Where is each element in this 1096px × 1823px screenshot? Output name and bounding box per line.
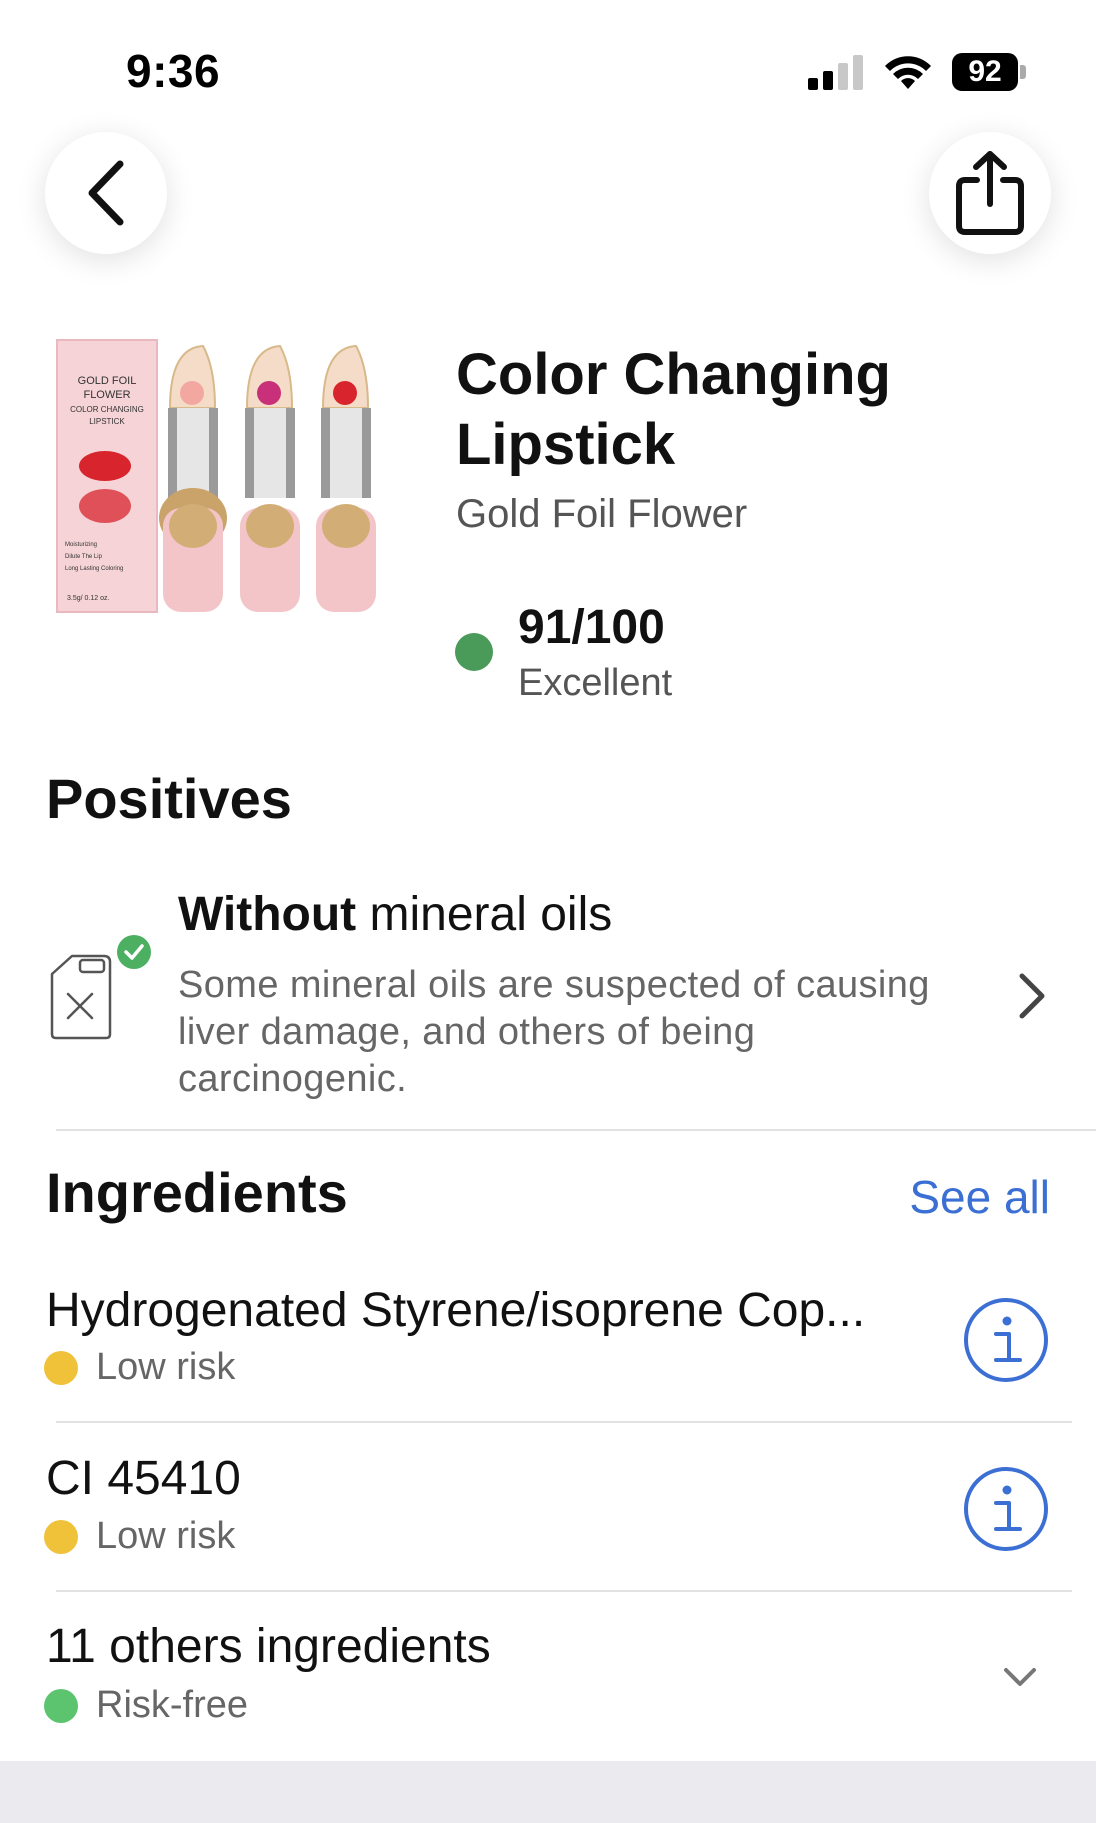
positive-title-rest: mineral oils bbox=[356, 888, 613, 941]
product-brand: Gold Foil Flower bbox=[456, 492, 748, 536]
risk-indicator bbox=[44, 1689, 78, 1723]
divider bbox=[56, 1590, 1072, 1592]
svg-text:LIPSTICK: LIPSTICK bbox=[89, 417, 125, 426]
divider bbox=[56, 1129, 1096, 1131]
svg-text:Dilute The Lip: Dilute The Lip bbox=[65, 554, 103, 560]
ingredient-risk: Risk-free bbox=[96, 1684, 249, 1726]
ingredient-name: Hydrogenated Styrene/isoprene Cop... bbox=[46, 1284, 866, 1337]
svg-text:FLOWER: FLOWER bbox=[83, 389, 130, 401]
product-image: GOLD FOIL FLOWER COLOR CHANGING LIPSTICK… bbox=[55, 338, 400, 618]
chevron-left-icon bbox=[88, 160, 124, 226]
status-icons: 92 bbox=[808, 50, 1026, 94]
risk-indicator bbox=[44, 1520, 78, 1554]
battery-level: 92 bbox=[952, 53, 1018, 91]
divider bbox=[56, 1421, 1072, 1423]
see-all-link[interactable]: See all bbox=[909, 1170, 1050, 1224]
risk-indicator bbox=[44, 1351, 78, 1385]
ingredient-risk: Low risk bbox=[96, 1346, 236, 1388]
svg-text:3.5g/ 0.12 oz.: 3.5g/ 0.12 oz. bbox=[67, 595, 109, 602]
share-icon bbox=[956, 151, 1024, 235]
product-title: Color Changing Lipstick bbox=[456, 342, 891, 477]
chevron-right-icon bbox=[1014, 970, 1050, 1022]
svg-text:Long Lasting Coloring: Long Lasting Coloring bbox=[65, 566, 123, 572]
positive-title-bold: Without bbox=[178, 888, 357, 941]
svg-text:GOLD FOIL: GOLD FOIL bbox=[78, 375, 137, 387]
back-button[interactable] bbox=[45, 132, 167, 254]
info-icon bbox=[964, 1467, 1048, 1551]
positive-title: Without mineral oils bbox=[178, 887, 612, 942]
info-icon bbox=[964, 1298, 1048, 1382]
positives-heading: Positives bbox=[46, 767, 292, 830]
ingredient-risk: Low risk bbox=[96, 1515, 236, 1557]
svg-text:COLOR CHANGING: COLOR CHANGING bbox=[70, 405, 144, 414]
svg-text:Moisturizing: Moisturizing bbox=[65, 542, 97, 548]
ingredients-heading: Ingredients bbox=[46, 1161, 348, 1224]
score-value: 91/100 bbox=[518, 601, 665, 654]
score-label: Excellent bbox=[518, 662, 673, 704]
status-time: 9:36 bbox=[126, 45, 221, 97]
wifi-icon bbox=[885, 56, 931, 89]
share-button[interactable] bbox=[929, 132, 1051, 254]
ingredient-name: CI 45410 bbox=[46, 1452, 241, 1505]
bottom-bar bbox=[0, 1761, 1096, 1823]
signal-icon bbox=[808, 55, 863, 90]
ingredient-name: 11 others ingredients bbox=[46, 1620, 491, 1673]
jerrycan-icon bbox=[46, 934, 156, 1044]
positive-description: Some mineral oils are suspected of causi… bbox=[178, 964, 930, 1100]
info-button[interactable] bbox=[962, 1296, 1050, 1384]
battery-icon: 92 bbox=[952, 53, 1026, 91]
info-button[interactable] bbox=[962, 1465, 1050, 1553]
chevron-down-icon[interactable] bbox=[1002, 1664, 1038, 1692]
score-indicator bbox=[455, 633, 493, 671]
